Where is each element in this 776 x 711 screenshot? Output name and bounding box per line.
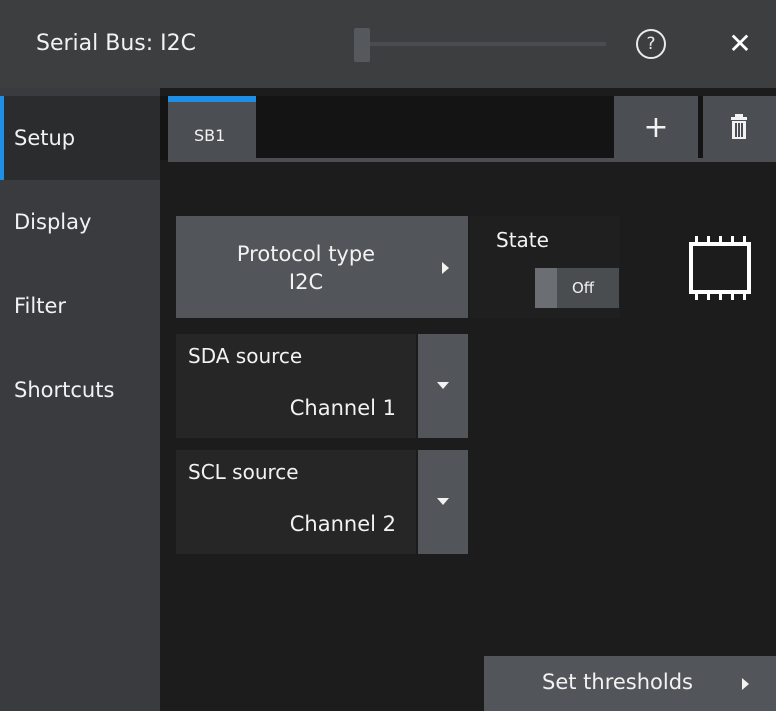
sidebar-item-label: Filter xyxy=(14,294,67,318)
state-label: State xyxy=(496,228,549,252)
sda-source-field[interactable]: SDA source Channel 1 xyxy=(176,334,416,438)
help-icon[interactable]: ? xyxy=(636,29,666,59)
scl-source-dropdown[interactable] xyxy=(418,450,468,554)
protocol-type-button[interactable]: Protocol type I2C xyxy=(176,216,468,318)
sidebar-item-label: Display xyxy=(14,210,92,234)
state-toggle-knob[interactable] xyxy=(535,268,557,308)
sidebar-item-label: Shortcuts xyxy=(14,378,115,402)
sidebar-item-setup[interactable]: Setup xyxy=(0,96,160,180)
scl-source-value: Channel 2 xyxy=(289,512,396,536)
state-toggle-value: Off xyxy=(572,279,595,297)
sda-source-label: SDA source xyxy=(188,344,303,368)
tab-underline xyxy=(256,158,776,162)
tab-label: SB1 xyxy=(194,126,226,145)
sidebar-item-display[interactable]: Display xyxy=(0,180,160,264)
sda-source-dropdown[interactable] xyxy=(418,334,468,438)
chip-icon xyxy=(689,236,751,300)
trash-icon xyxy=(731,114,747,139)
add-tab-button[interactable]: + xyxy=(614,96,698,160)
sda-source-value: Channel 1 xyxy=(289,396,396,420)
tab-sb1[interactable]: SB1 xyxy=(168,96,256,162)
protocol-type-label: Protocol type xyxy=(236,242,376,266)
close-icon[interactable]: ✕ xyxy=(724,26,756,62)
sidebar-item-shortcuts[interactable]: Shortcuts xyxy=(0,348,160,432)
chevron-right-icon xyxy=(742,678,749,690)
chevron-right-icon xyxy=(442,262,449,274)
sidebar-item-label: Setup xyxy=(14,126,76,150)
delete-tab-button[interactable] xyxy=(703,96,776,160)
sidebar: Setup Display Filter Shortcuts xyxy=(0,88,160,711)
title-bar[interactable]: Serial Bus: I2C ? ✕ xyxy=(0,0,776,88)
dialog-title: Serial Bus: I2C xyxy=(36,31,196,56)
scl-source-label: SCL source xyxy=(188,460,299,484)
set-thresholds-label: Set thresholds xyxy=(542,670,693,694)
serial-bus-dialog: Serial Bus: I2C ? ✕ Setup Display Filter… xyxy=(0,0,776,711)
drag-handle[interactable] xyxy=(354,28,370,62)
protocol-type-value: I2C xyxy=(288,270,324,294)
drag-track xyxy=(370,42,606,46)
chevron-down-icon xyxy=(437,498,449,505)
sidebar-item-filter[interactable]: Filter xyxy=(0,264,160,348)
set-thresholds-button[interactable]: Set thresholds xyxy=(484,656,776,711)
plus-icon: + xyxy=(643,110,669,145)
chevron-down-icon xyxy=(437,382,449,389)
scl-source-field[interactable]: SCL source Channel 2 xyxy=(176,450,416,554)
